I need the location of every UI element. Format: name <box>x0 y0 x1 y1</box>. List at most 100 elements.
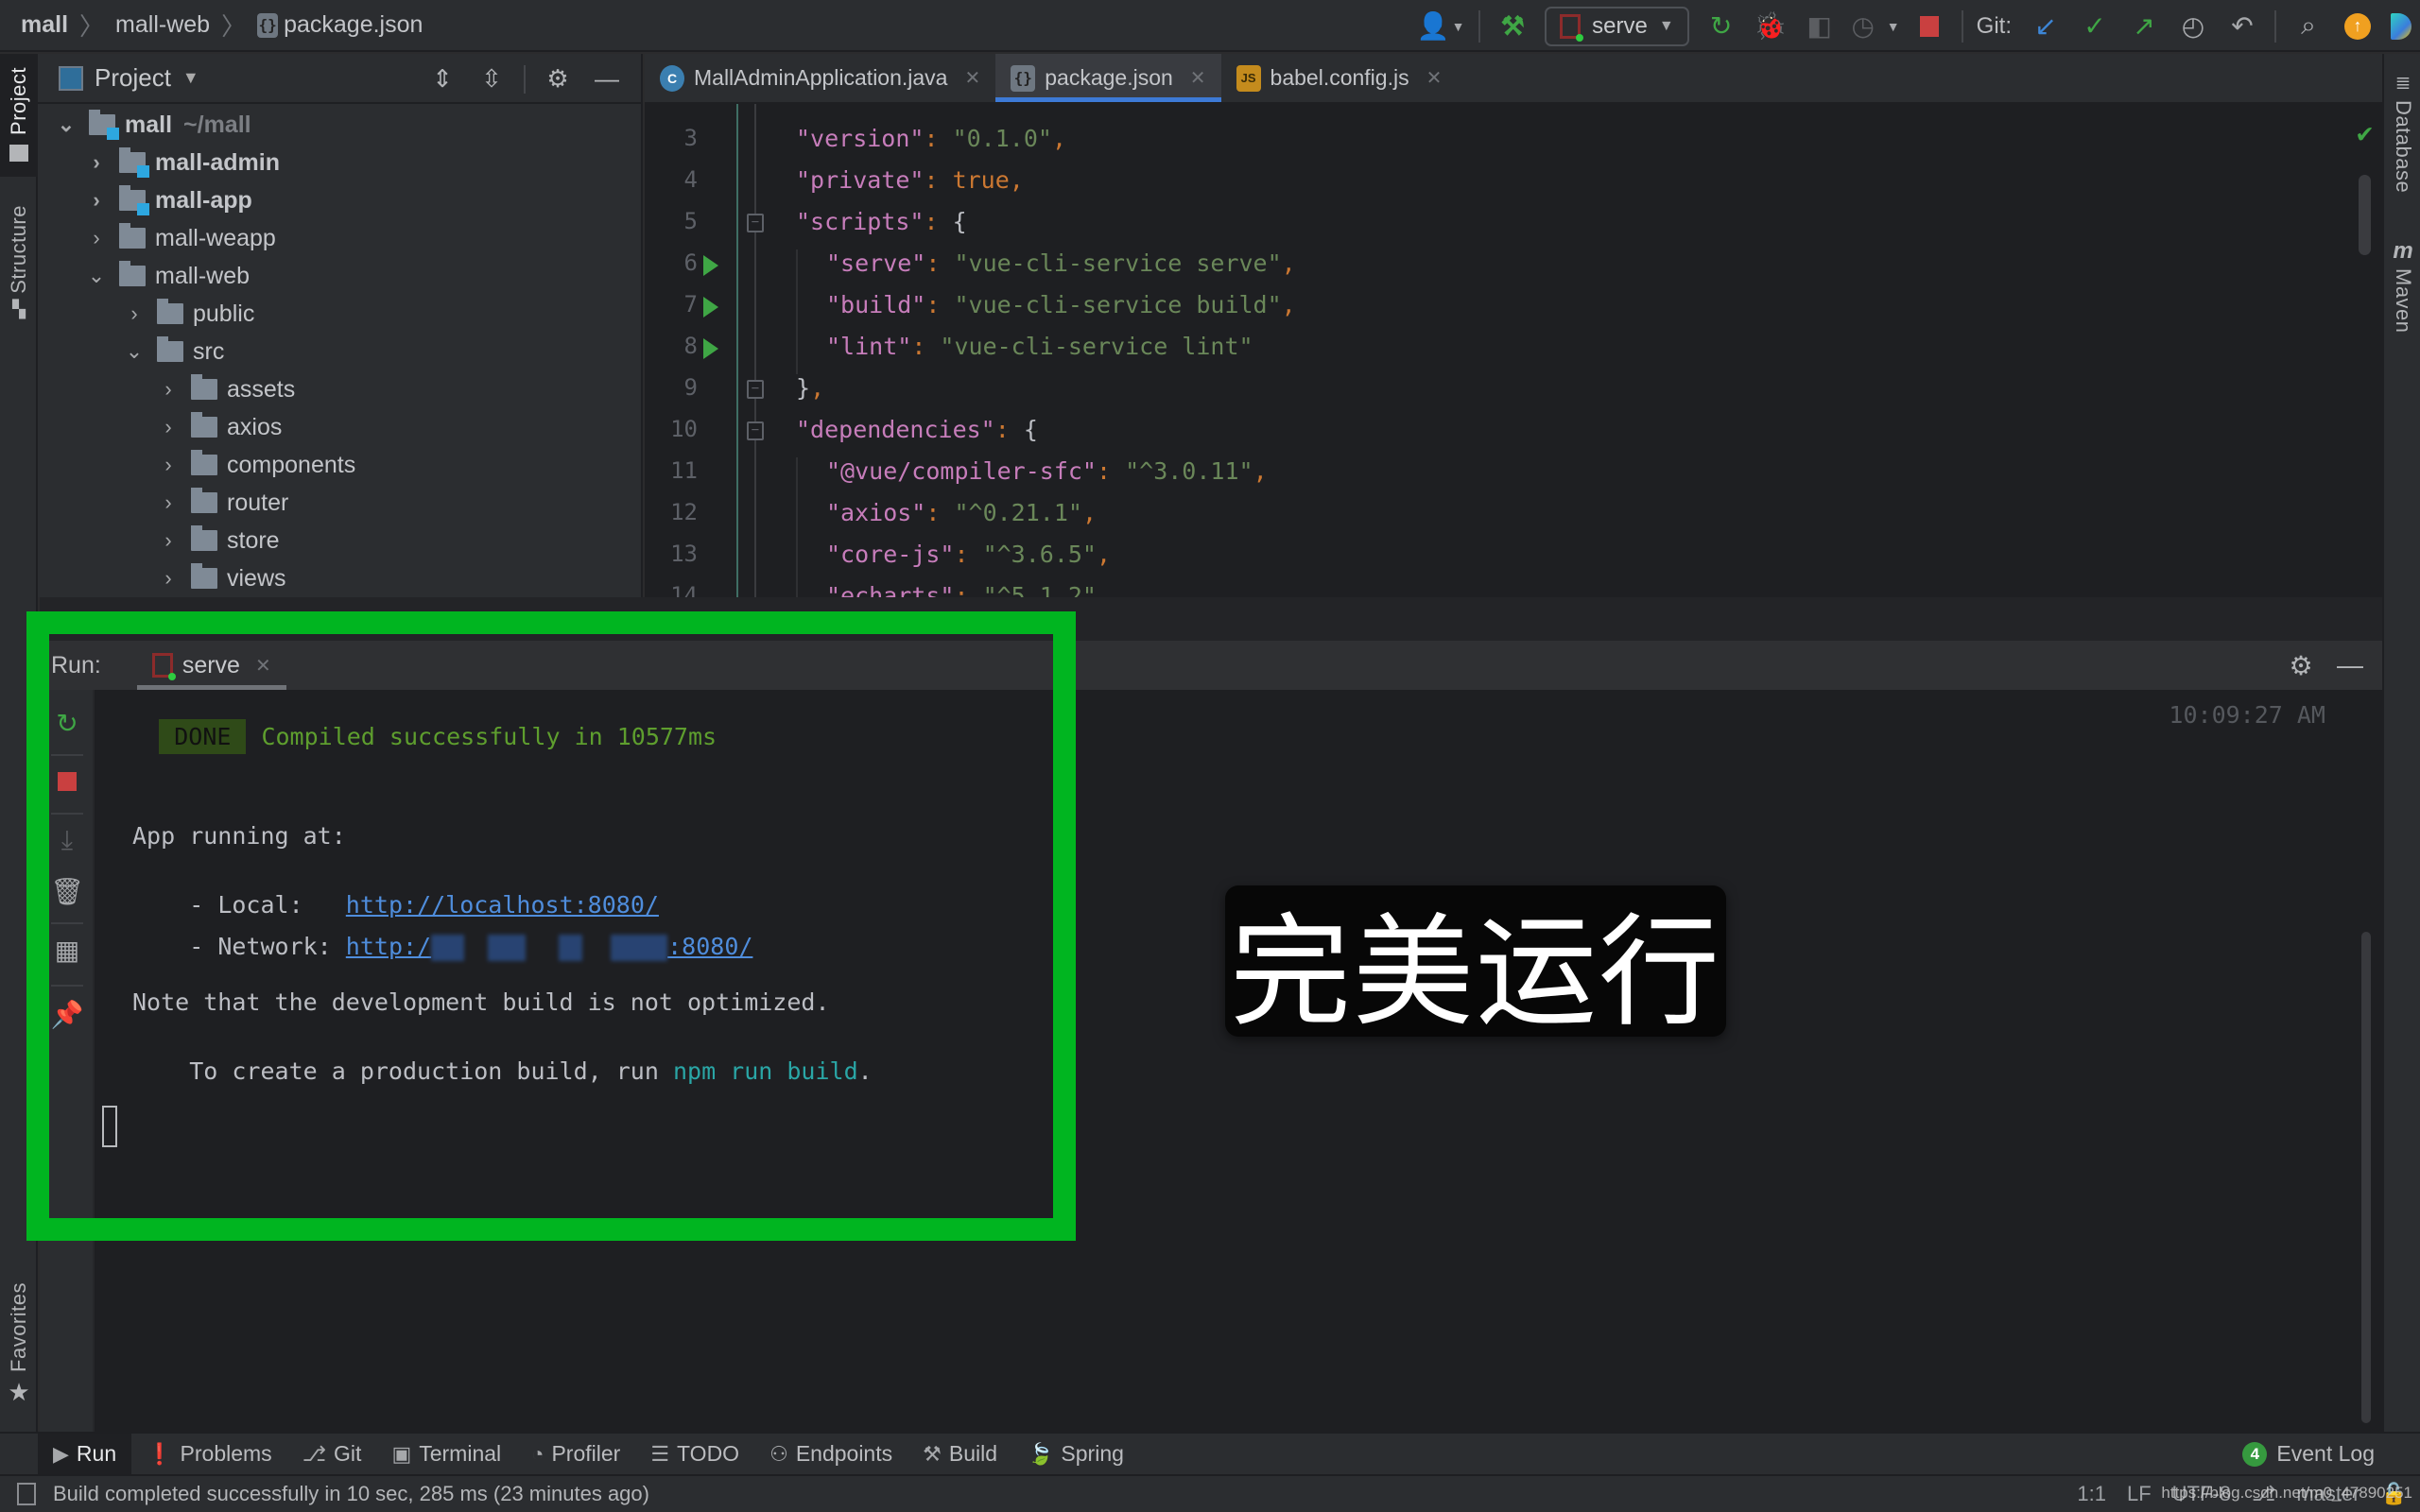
user-icon[interactable]: 👤 ▼ <box>1410 0 1471 52</box>
rerun-icon[interactable]: ↻ <box>40 699 95 747</box>
run-tab-serve[interactable]: serve ✕ <box>136 641 286 690</box>
search-icon[interactable]: ⌕ <box>2284 0 2333 52</box>
tab-babel-config[interactable]: JS babel.config.js ✕ <box>1221 54 1458 102</box>
close-icon[interactable]: ✕ <box>1190 66 1206 90</box>
tree-item[interactable]: › axios <box>159 408 282 446</box>
rollback-icon[interactable]: ↶ <box>2218 0 2267 52</box>
run-script-icon[interactable] <box>703 297 718 318</box>
tool-tab-database[interactable]: ≣ Database <box>2384 71 2420 213</box>
restore-layout-icon[interactable]: ▦ <box>40 926 95 973</box>
chevron-down-icon[interactable]: ⌄ <box>57 112 76 137</box>
console-scrollbar[interactable] <box>2361 932 2371 1423</box>
tree-item[interactable]: › assets <box>159 370 295 408</box>
chevron-down-icon[interactable]: ▼ <box>1882 0 1905 52</box>
network-url-link[interactable]: http:/:8080/ <box>346 933 752 961</box>
breadcrumb-item-file[interactable]: package.json <box>284 11 423 39</box>
toggle-tool-windows-icon[interactable] <box>17 1483 36 1505</box>
chevron-right-icon[interactable]: › <box>159 528 178 553</box>
debug-icon[interactable]: 🐞 <box>1746 0 1795 52</box>
editor-scrollbar[interactable] <box>2359 175 2371 255</box>
hide-panel-icon[interactable]: — <box>2325 650 2375 680</box>
tree-item[interactable]: › views <box>159 559 286 597</box>
tree-item[interactable]: › mall-admin <box>87 144 280 181</box>
profile-icon[interactable]: ◷ <box>1844 0 1882 52</box>
hide-panel-icon[interactable]: — <box>582 64 631 94</box>
chevron-down-icon[interactable]: ⌄ <box>87 264 106 288</box>
clear-all-icon[interactable]: 🗑 <box>40 868 95 915</box>
rerun-icon[interactable]: ↻ <box>1697 0 1746 52</box>
tree-item[interactable]: › public <box>125 295 254 333</box>
history-icon[interactable]: ◴ <box>2169 0 2218 52</box>
chevron-right-icon[interactable]: › <box>159 566 178 591</box>
run-script-icon[interactable] <box>703 255 718 276</box>
console-input-cursor[interactable] <box>102 1106 117 1147</box>
cursor-position[interactable]: 1:1 <box>2077 1482 2106 1506</box>
tool-tab-maven[interactable]: m Maven <box>2384 238 2420 352</box>
tab-mall-admin-application[interactable]: C MallAdminApplication.java ✕ <box>645 54 995 102</box>
chevron-right-icon[interactable]: › <box>159 453 178 477</box>
tool-tab-terminal[interactable]: ▣ Terminal <box>376 1434 516 1474</box>
collapse-all-icon[interactable]: ⇳ <box>467 64 516 94</box>
expand-all-icon[interactable]: ⇕ <box>418 64 467 94</box>
line-separator[interactable]: LF <box>2127 1482 2152 1506</box>
jetbrains-logo-icon[interactable] <box>2382 0 2420 52</box>
tool-tab-endpoints[interactable]: ⚇ Endpoints <box>754 1434 908 1474</box>
tool-tab-run[interactable]: ▶ Run <box>38 1434 132 1474</box>
chevron-right-icon[interactable]: › <box>87 188 106 213</box>
tree-item[interactable]: › mall-app <box>87 181 252 219</box>
stop-icon[interactable] <box>1905 0 1954 52</box>
gear-icon[interactable]: ⚙ <box>533 64 582 94</box>
tool-tab-spring[interactable]: 🍃 Spring <box>1012 1434 1139 1474</box>
chevron-down-icon[interactable]: ▼ <box>182 68 199 88</box>
pin-icon[interactable]: 📌 <box>40 990 95 1038</box>
chevron-right-icon[interactable]: › <box>87 226 106 250</box>
breadcrumb-item-project[interactable]: mall <box>21 11 68 39</box>
code-editor[interactable]: 3 4 5 6 7 8 9 10 11 12 13 14 "version": "0.1.0", "pr… <box>645 104 2382 597</box>
gear-icon[interactable]: ⚙ <box>2276 650 2325 681</box>
git-update-icon[interactable]: ↙ <box>2021 0 2070 52</box>
chevron-down-icon[interactable]: ⌄ <box>125 339 144 364</box>
tree-item[interactable]: › store <box>159 522 280 559</box>
chevron-right-icon[interactable]: › <box>87 150 106 175</box>
event-log-button[interactable]: 4 Event Log <box>2242 1434 2375 1474</box>
close-icon[interactable]: ✕ <box>964 66 980 90</box>
tool-tab-profiler[interactable]: ◔ Profiler <box>516 1434 635 1474</box>
fold-marker-icon[interactable]: − <box>747 421 764 440</box>
run-script-icon[interactable] <box>703 338 718 359</box>
breadcrumb-item-module[interactable]: mall-web <box>115 11 210 39</box>
tool-tab-build[interactable]: ⚒ Build <box>908 1434 1012 1474</box>
panel-splitter[interactable] <box>40 597 2382 641</box>
git-commit-icon[interactable]: ✓ <box>2070 0 2119 52</box>
run-configuration-selector[interactable]: serve ▼ <box>1545 6 1689 46</box>
tree-item[interactable]: ⌄ src <box>125 333 224 370</box>
tool-tab-favorites[interactable]: Favorites ★ <box>0 1282 38 1424</box>
tool-tab-todo[interactable]: ☰ TODO <box>635 1434 754 1474</box>
chevron-right-icon[interactable]: › <box>125 301 144 326</box>
fold-marker-icon[interactable]: − <box>747 380 764 399</box>
fold-marker-icon[interactable]: − <box>747 214 764 232</box>
scroll-to-end-icon[interactable]: ⤓ <box>40 816 95 864</box>
build-hammer-icon[interactable]: ⚒ <box>1488 0 1537 52</box>
chevron-right-icon[interactable]: › <box>159 415 178 439</box>
tool-tab-structure[interactable]: Structure ▚ <box>0 205 38 347</box>
tree-item[interactable]: › components <box>159 446 355 484</box>
tree-item[interactable]: ⌄ mall-web <box>87 257 250 295</box>
tree-item[interactable]: › router <box>159 484 288 522</box>
tab-package-json[interactable]: {} package.json ✕ <box>995 54 1221 102</box>
close-icon[interactable]: ✕ <box>1426 66 1443 90</box>
chevron-right-icon[interactable]: › <box>159 377 178 402</box>
coverage-icon[interactable]: ◧ <box>1795 0 1844 52</box>
close-icon[interactable]: ✕ <box>255 654 271 678</box>
stop-icon[interactable] <box>40 758 95 805</box>
tree-item[interactable]: › mall-weapp <box>87 219 276 257</box>
tool-tab-project[interactable]: Project <box>0 54 38 177</box>
tool-tab-problems[interactable]: ❗ Problems <box>131 1434 287 1474</box>
ide-update-icon[interactable]: ↑ <box>2333 0 2382 52</box>
git-push-icon[interactable]: ↗ <box>2119 0 2169 52</box>
chevron-right-icon[interactable]: › <box>159 490 178 515</box>
project-view-selector[interactable]: Project <box>95 63 171 93</box>
run-console[interactable]: DONE Compiled successfully in 10577ms 10:… <box>95 690 2382 1432</box>
status-message[interactable]: Build completed successfully in 10 sec, … <box>53 1482 649 1506</box>
tree-item[interactable]: ⌄ mall ~/mall <box>57 106 251 144</box>
tool-tab-git[interactable]: ⎇ Git <box>287 1434 377 1474</box>
